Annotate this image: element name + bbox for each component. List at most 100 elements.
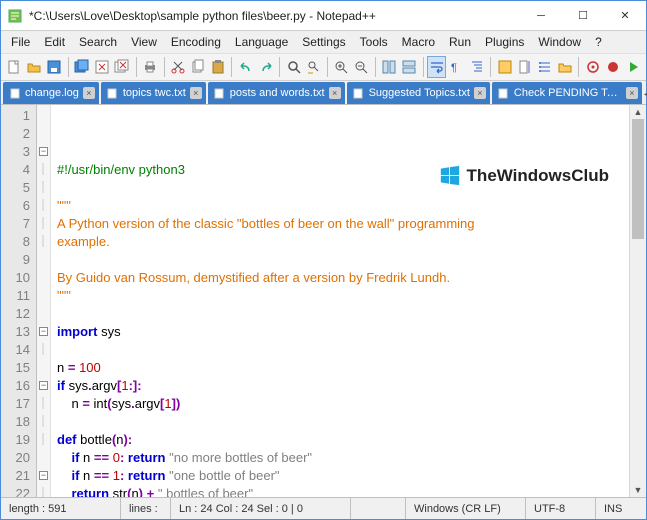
fold-column[interactable]: −│││││ −│ −│││ −│	[37, 105, 51, 497]
function-list-button[interactable]	[535, 56, 554, 78]
fold-toggle-icon[interactable]: −	[39, 147, 48, 156]
code-line[interactable]: n = int(sys.argv[1])	[57, 395, 629, 413]
print-button[interactable]	[141, 56, 160, 78]
code-area[interactable]: TheWindowsClub #!/usr/bin/env python3 ""…	[51, 105, 629, 497]
tab-label: topics twc.txt	[123, 87, 186, 99]
tab-bar: change.log×topics twc.txt×posts and word…	[1, 81, 646, 105]
open-file-button[interactable]	[25, 56, 44, 78]
fold-toggle-icon[interactable]: −	[39, 327, 48, 336]
menu-edit[interactable]: Edit	[38, 33, 71, 51]
code-line[interactable]: return str(n) + " bottles of beer"	[57, 485, 629, 497]
code-line[interactable]: """	[57, 197, 629, 215]
menu-plugins[interactable]: Plugins	[479, 33, 530, 51]
close-all-button[interactable]	[113, 56, 132, 78]
tab-label: Suggested Topics.txt	[369, 87, 470, 99]
minimize-button[interactable]: ─	[520, 2, 562, 30]
code-line[interactable]: import sys	[57, 323, 629, 341]
sync-h-button[interactable]	[400, 56, 419, 78]
code-line[interactable]: n = 100	[57, 359, 629, 377]
sync-v-button[interactable]	[380, 56, 399, 78]
tab-close-icon[interactable]: ×	[626, 87, 638, 99]
monitor-button[interactable]	[583, 56, 602, 78]
menu-settings[interactable]: Settings	[296, 33, 351, 51]
menu-run[interactable]: Run	[443, 33, 477, 51]
svg-text:¶: ¶	[451, 62, 457, 74]
indent-guide-button[interactable]	[467, 56, 486, 78]
tab-1[interactable]: topics twc.txt ×	[101, 82, 206, 104]
tab-close-icon[interactable]: ×	[83, 87, 95, 99]
code-line[interactable]	[57, 413, 629, 431]
undo-button[interactable]	[236, 56, 255, 78]
close-button[interactable]: ✕	[604, 2, 646, 30]
code-line[interactable]	[57, 341, 629, 359]
menu-tools[interactable]: Tools	[354, 33, 394, 51]
word-wrap-button[interactable]	[427, 56, 446, 78]
fold-toggle-icon[interactable]: −	[39, 381, 48, 390]
copy-button[interactable]	[188, 56, 207, 78]
replace-button[interactable]	[304, 56, 323, 78]
find-button[interactable]	[284, 56, 303, 78]
code-line[interactable]: def bottle(n):	[57, 431, 629, 449]
toolbar: ¶	[1, 53, 646, 81]
scrollbar-thumb[interactable]	[632, 119, 644, 239]
menu-window[interactable]: Window	[532, 33, 587, 51]
show-all-chars-button[interactable]: ¶	[447, 56, 466, 78]
menu-file[interactable]: File	[5, 33, 36, 51]
window-title: *C:\Users\Love\Desktop\sample python fil…	[29, 9, 520, 23]
new-file-button[interactable]	[5, 56, 24, 78]
redo-button[interactable]	[256, 56, 275, 78]
status-encoding: UTF-8	[526, 498, 596, 519]
paste-button[interactable]	[208, 56, 227, 78]
menu-encoding[interactable]: Encoding	[165, 33, 227, 51]
toolbar-separator	[231, 57, 232, 77]
code-line[interactable]	[57, 251, 629, 269]
code-line[interactable]: A Python version of the classic "bottles…	[57, 215, 629, 233]
record-macro-button[interactable]	[603, 56, 622, 78]
toolbar-separator	[375, 57, 376, 77]
scroll-up-icon[interactable]: ▲	[630, 105, 646, 119]
save-all-button[interactable]	[73, 56, 92, 78]
zoom-out-button[interactable]	[352, 56, 371, 78]
folder-as-workspace-button[interactable]	[555, 56, 574, 78]
play-macro-button[interactable]	[623, 56, 642, 78]
toolbar-separator	[490, 57, 491, 77]
code-line[interactable]: """	[57, 287, 629, 305]
tab-close-icon[interactable]: ×	[329, 87, 341, 99]
maximize-button[interactable]: ☐	[562, 2, 604, 30]
menu-macro[interactable]: Macro	[396, 33, 441, 51]
doc-map-button[interactable]	[515, 56, 534, 78]
vertical-scrollbar[interactable]: ▲ ▼	[629, 105, 646, 497]
fold-toggle-icon[interactable]: −	[39, 471, 48, 480]
tab-0[interactable]: change.log×	[3, 82, 99, 104]
scroll-down-icon[interactable]: ▼	[630, 483, 646, 497]
status-eol: Windows (CR LF)	[406, 498, 526, 519]
code-line[interactable]: if sys.argv[1:]:	[57, 377, 629, 395]
tab-close-icon[interactable]: ×	[190, 87, 202, 99]
code-line[interactable]: #!/usr/bin/env python3	[57, 161, 629, 179]
tab-3[interactable]: Suggested Topics.txt ×	[347, 82, 490, 104]
menu-[interactable]: ?	[589, 33, 608, 51]
cut-button[interactable]	[168, 56, 187, 78]
code-line[interactable]	[57, 305, 629, 323]
zoom-in-button[interactable]	[332, 56, 351, 78]
close-button[interactable]	[93, 56, 112, 78]
tab-4[interactable]: Check PENDING Topics E ×	[492, 82, 642, 104]
menu-language[interactable]: Language	[229, 33, 294, 51]
code-line[interactable]: if n == 1: return "one bottle of beer"	[57, 467, 629, 485]
tab-2[interactable]: posts and words.txt×	[208, 82, 345, 104]
code-line[interactable]: if n == 0: return "no more bottles of be…	[57, 449, 629, 467]
status-spacer	[351, 498, 406, 519]
menu-view[interactable]: View	[125, 33, 163, 51]
tab-label: Check PENDING Topics E	[514, 87, 622, 99]
toolbar-separator	[68, 57, 69, 77]
toolbar-separator	[423, 57, 424, 77]
code-line[interactable]	[57, 179, 629, 197]
user-lang-button[interactable]	[495, 56, 514, 78]
save-button[interactable]	[45, 56, 64, 78]
menu-search[interactable]: Search	[73, 33, 123, 51]
file-icon	[214, 87, 226, 99]
line-number-gutter: 12345678910111213141516171819202122	[1, 105, 37, 497]
code-line[interactable]: By Guido van Rossum, demystified after a…	[57, 269, 629, 287]
code-line[interactable]: example.	[57, 233, 629, 251]
tab-close-icon[interactable]: ×	[474, 87, 486, 99]
